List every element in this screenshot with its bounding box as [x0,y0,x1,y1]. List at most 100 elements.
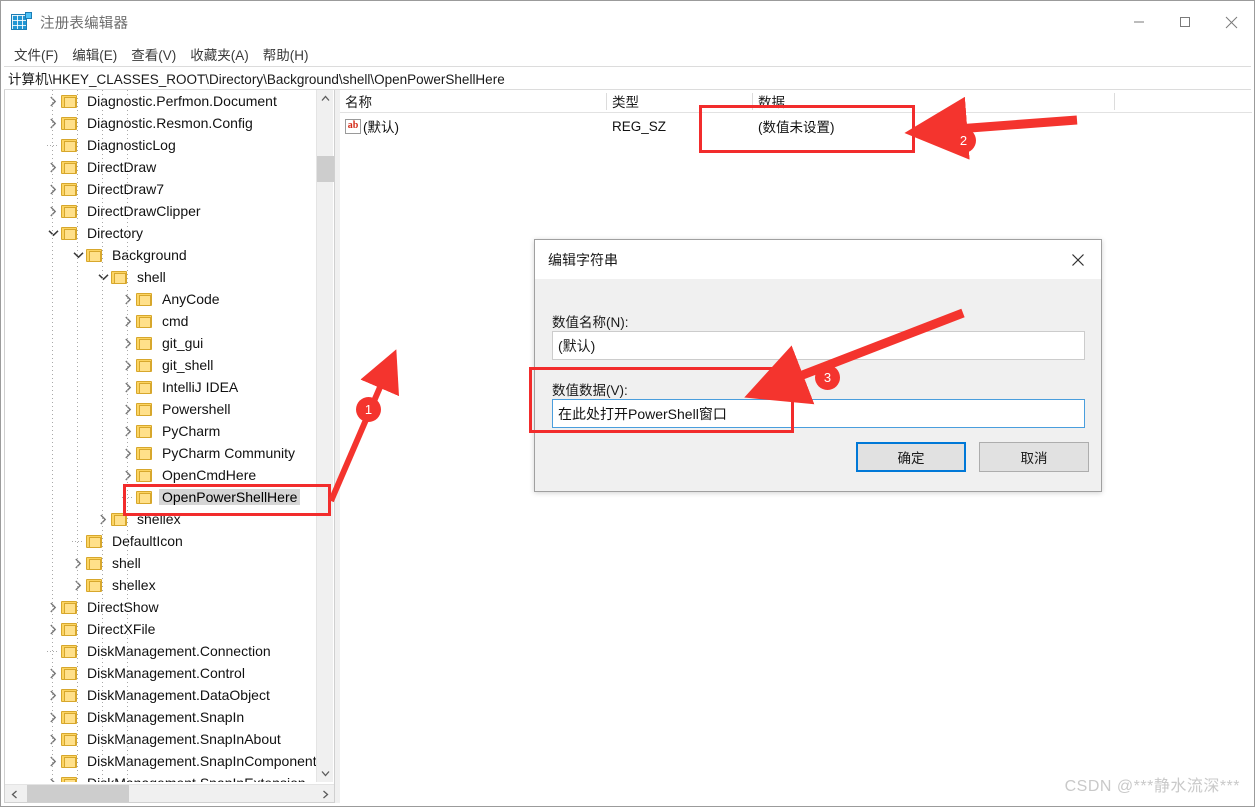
folder-icon [136,402,153,417]
chevron-down-icon[interactable] [70,244,86,266]
folder-icon [61,776,78,782]
chevron-right-icon[interactable] [45,596,61,618]
tree-item-label: shellex [137,511,181,527]
menu-file[interactable]: 文件(F) [7,42,65,66]
chevron-right-icon[interactable] [120,376,136,398]
value-data-input[interactable]: 在此处打开PowerShell窗口 [552,399,1085,428]
menu-edit[interactable]: 编辑(E) [65,42,124,66]
chevron-right-icon[interactable] [120,332,136,354]
menu-favorites[interactable]: 收藏夹(A) [183,42,256,66]
tree-item-label: DiskManagement.Connection [87,643,271,659]
chevron-right-icon[interactable] [120,420,136,442]
cancel-button[interactable]: 取消 [979,442,1089,472]
chevron-right-icon[interactable] [120,310,136,332]
menu-view[interactable]: 查看(V) [124,42,183,66]
scroll-down-icon[interactable] [317,765,334,782]
dialog-close-button[interactable] [1055,240,1101,279]
ok-button[interactable]: 确定 [856,442,966,472]
folder-icon [61,666,78,681]
tree-leaf-connector [45,134,61,156]
chevron-right-icon[interactable] [45,750,61,772]
chevron-right-icon[interactable] [45,90,61,112]
tree-item-label: DefaultIcon [112,533,183,549]
scroll-up-icon[interactable] [317,90,334,107]
column-divider [1114,92,1115,110]
chevron-right-icon[interactable] [45,178,61,200]
chevron-right-icon[interactable] [120,354,136,376]
maximize-button[interactable] [1162,1,1208,43]
tree-item-label: AnyCode [162,291,220,307]
dialog-body: 数值名称(N): (默认) 数值数据(V): 在此处打开PowerShell窗口… [535,279,1101,491]
chevron-down-icon[interactable] [45,222,61,244]
chevron-right-icon[interactable] [45,684,61,706]
value-name-label: (默认) [363,120,399,135]
folder-icon [61,204,78,219]
tree-item-label: DiskManagement.Control [87,665,245,681]
close-button[interactable] [1208,1,1254,43]
chevron-right-icon[interactable] [95,508,111,530]
column-header-data-label: 数据 [758,95,785,110]
column-header-data[interactable]: 数据 [753,90,1115,113]
chevron-right-icon[interactable] [45,728,61,750]
chevron-right-icon[interactable] [45,706,61,728]
chevron-right-icon[interactable] [45,156,61,178]
chevron-right-icon[interactable] [70,552,86,574]
folder-icon [61,688,78,703]
dialog-title: 编辑字符串 [548,251,618,268]
column-header-name[interactable]: 名称 [340,90,607,113]
chevron-right-icon[interactable] [45,772,61,782]
tree-horizontal-scrollbar[interactable] [5,784,334,802]
folder-icon [136,468,153,483]
minimize-button[interactable] [1116,1,1162,43]
registry-tree[interactable]: Diagnostic.Perfmon.Document Diagnostic.Re… [5,90,316,782]
value-name-input[interactable]: (默认) [552,331,1085,360]
tree-guide-line [127,90,128,782]
chevron-right-icon[interactable] [120,398,136,420]
tree-item-label: Directory [87,225,144,241]
chevron-down-icon[interactable] [95,266,111,288]
edit-string-dialog: 编辑字符串 数值名称(N): (默认) 数值数据(V): 在此处打开PowerS… [534,239,1102,492]
address-bar[interactable]: 计算机\HKEY_CLASSES_ROOT\Directory\Backgrou… [4,66,1251,90]
folder-icon [136,490,153,505]
tree-item-label: DiskManagement.SnapInAbout [87,731,281,747]
folder-icon [86,556,103,571]
tree-hscroll-thumb[interactable] [27,785,129,802]
tree-item-label: DiskManagement.DataObject [87,687,270,703]
tree-item-label: DirectShow [87,599,159,615]
chevron-right-icon[interactable] [120,288,136,310]
tree-item-label: cmd [162,313,189,329]
tree-vscroll-thumb[interactable] [317,156,334,182]
chevron-right-icon[interactable] [45,112,61,134]
chevron-right-icon[interactable] [120,442,136,464]
string-value-icon: ab [345,118,361,134]
chevron-right-icon[interactable] [45,618,61,640]
scroll-left-icon[interactable] [5,785,23,802]
chevron-right-icon[interactable] [45,200,61,222]
chevron-right-icon[interactable] [45,662,61,684]
chevron-right-icon[interactable] [120,464,136,486]
tree-vertical-scrollbar[interactable] [316,90,334,782]
menu-help[interactable]: 帮助(H) [256,42,316,66]
tree-leaf-connector [45,640,61,662]
tree-item-label: OpenPowerShellHere [159,489,301,505]
tree-item-label: OpenCmdHere [162,467,257,483]
folder-icon [111,512,128,527]
tree-item-label: PyCharm [162,423,221,439]
window-title: 注册表编辑器 [40,15,129,32]
column-header-type[interactable]: 类型 [607,90,753,113]
chevron-right-icon[interactable] [70,574,86,596]
table-row[interactable]: ab (默认) REG_SZ (数值未设置) [340,113,1252,139]
scroll-right-icon[interactable] [316,785,334,802]
folder-icon [61,732,78,747]
